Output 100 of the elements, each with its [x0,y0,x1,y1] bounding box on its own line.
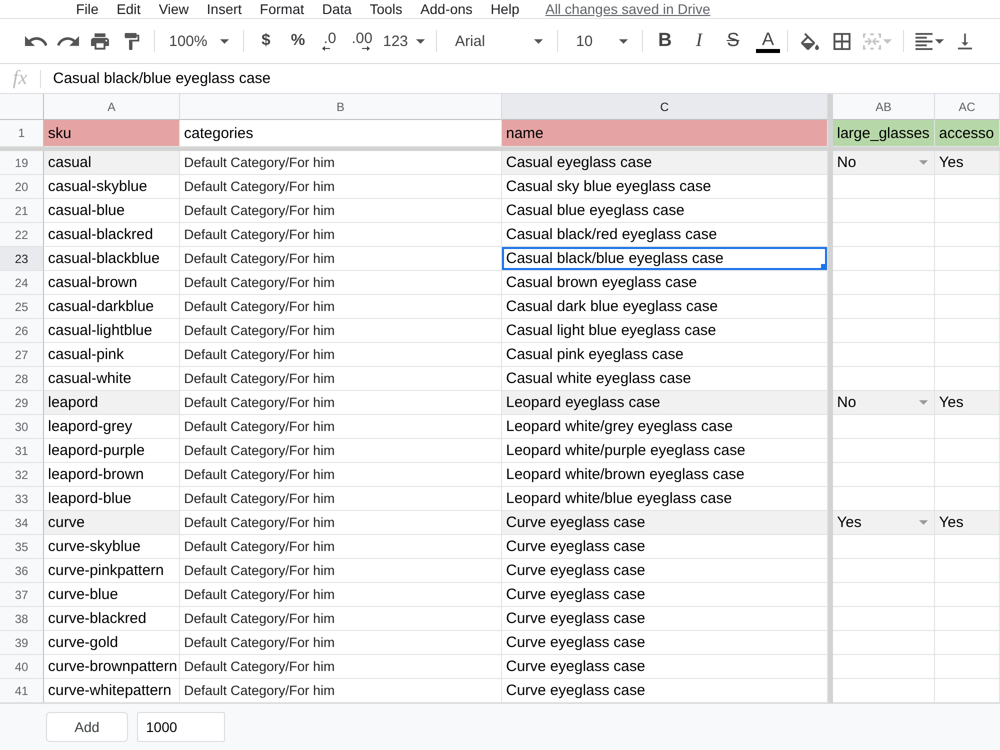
table-cell: Default Category/For him [180,199,502,223]
menu-item[interactable]: Format [260,0,304,18]
text-color-button[interactable]: A [753,27,784,55]
table-cell: Casual blue eyeglass case [502,199,828,223]
caret-icon [619,38,628,44]
row-number[interactable]: 20 [0,175,44,199]
row-number[interactable]: 37 [0,583,44,607]
formula-input[interactable]: Casual black/blue eyeglass case [53,70,271,87]
table-cell: Leopard white/purple eyeglass case [502,439,828,463]
table-cell: Default Category/For him [180,367,502,391]
row-number[interactable]: 1 [0,120,44,147]
paint-roller-icon [123,32,141,50]
empty-cell [935,583,1000,607]
column-header[interactable]: C [502,94,828,120]
menu-item[interactable]: Data [322,0,352,18]
row-number[interactable]: 29 [0,391,44,415]
dropdown-cell[interactable]: No [833,151,935,175]
number-format-dropdown[interactable]: 123 [380,27,428,55]
table-cell: casual-skyblue [44,175,180,199]
header-cell: categories [180,120,502,147]
table-cell: casual [44,151,180,175]
row-number[interactable]: 27 [0,343,44,367]
row-number[interactable]: 39 [0,631,44,655]
table-cell: Default Category/For him [180,343,502,367]
table-cell: leapord-grey [44,415,180,439]
caret-icon [534,38,544,44]
row-number[interactable]: 25 [0,295,44,319]
row-number[interactable]: 30 [0,415,44,439]
dropdown-cell[interactable]: No [833,391,935,415]
menu-item[interactable]: Insert [206,0,242,18]
dropdown-caret-icon [919,520,928,525]
table-cell: curve-blue [44,583,180,607]
menu-item[interactable]: File [76,0,99,18]
font-size-dropdown[interactable]: 10 [566,27,634,55]
italic-button[interactable]: I [685,27,714,55]
table-cell: curve-blackred [44,607,180,631]
menu-item[interactable]: Help [490,0,520,18]
menu-item[interactable]: View [158,0,189,18]
printer-icon [91,32,109,50]
row-count-field[interactable]: 1000 [137,712,225,742]
row-number[interactable]: 32 [0,463,44,487]
column-header[interactable]: B [180,94,502,120]
percent-button[interactable]: % [284,27,312,55]
table-cell: casual-blackred [44,223,180,247]
row-number[interactable]: 19 [0,151,44,175]
caret-icon [416,38,426,44]
empty-cell [935,631,1000,655]
table-cell: casual-darkblue [44,295,180,319]
row-number[interactable]: 38 [0,607,44,631]
table-cell: Default Category/For him [180,583,502,607]
menu-item[interactable]: Add-ons [420,0,473,18]
table-cell: Default Category/For him [180,487,502,511]
row-number[interactable]: 31 [0,439,44,463]
save-status-link[interactable]: All changes saved in Drive [545,0,710,18]
table-cell: casual-lightblue [44,319,180,343]
table-cell: Casual eyeglass case [502,151,828,175]
row-number[interactable]: 28 [0,367,44,391]
column-header[interactable]: AC [935,94,1000,120]
empty-cell [935,343,1000,367]
row-number[interactable]: 26 [0,319,44,343]
row-number[interactable]: 22 [0,223,44,247]
bold-button[interactable]: B [651,27,680,55]
row-number[interactable]: 41 [0,679,44,703]
increase-decimals-button[interactable]: .00 [348,27,376,55]
fill-handle[interactable] [821,264,827,270]
empty-cell [935,463,1000,487]
caret-icon [935,38,944,44]
table-cell: Default Category/For him [180,295,502,319]
strikethrough-button[interactable]: S [719,27,748,55]
empty-cell [935,559,1000,583]
dropdown-cell[interactable]: Yes [833,511,935,535]
table-cell: casual-brown [44,271,180,295]
row-number[interactable]: 21 [0,199,44,223]
zoom-dropdown[interactable]: 100% [163,27,235,55]
row-number[interactable]: 34 [0,511,44,535]
decrease-decimals-button[interactable]: .0 [316,27,344,55]
empty-cell [935,415,1000,439]
row-number[interactable]: 23 [0,247,44,271]
menu-item[interactable]: Edit [116,0,141,18]
row-number[interactable]: 35 [0,535,44,559]
left-arrow-icon [322,46,330,51]
font-dropdown[interactable]: Arial [445,27,550,55]
table-cell: Leopard white/brown eyeglass case [502,463,828,487]
table-cell: Default Category/For him [180,391,502,415]
column-header[interactable]: AB [833,94,935,120]
header-cell: sku [44,120,180,147]
table-cell: curve-brownpattern [44,655,180,679]
column-header[interactable]: A [44,94,180,120]
row-number[interactable]: 40 [0,655,44,679]
row-number[interactable]: 33 [0,487,44,511]
row-number[interactable]: 24 [0,271,44,295]
add-rows-button[interactable]: Add [46,712,128,742]
table-cell: leapord-purple [44,439,180,463]
row-number[interactable]: 36 [0,559,44,583]
table-cell: Curve eyeglass case [502,631,828,655]
menu-item[interactable]: Tools [370,0,402,18]
currency-button[interactable]: $ [252,27,280,55]
table-cell: Default Category/For him [180,535,502,559]
table-cell: Default Category/For him [180,607,502,631]
table-cell: Curve eyeglass case [502,655,828,679]
